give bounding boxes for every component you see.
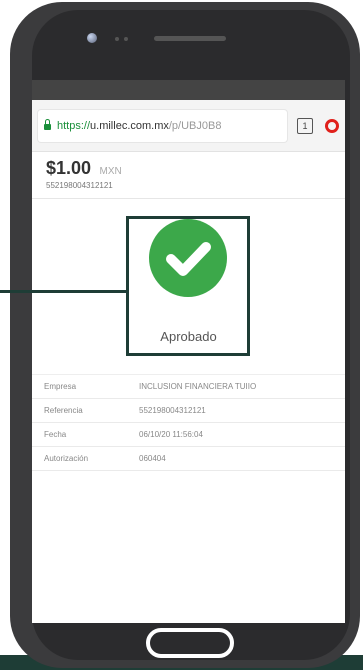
detail-value: 552198004312121 [139, 406, 206, 415]
detail-row: Autorización 060404 [32, 447, 345, 471]
sensor-dot [124, 37, 128, 41]
detail-value: 06/10/20 11:56:04 [139, 430, 203, 439]
detail-label: Fecha [44, 430, 67, 439]
payment-currency: MXN [99, 166, 122, 177]
callout-pointer-line [0, 290, 126, 293]
transaction-details: Empresa INCLUSION FINANCIERA TUIIO Refer… [32, 374, 345, 471]
detail-label: Empresa [44, 382, 77, 391]
opera-menu-icon[interactable] [325, 118, 339, 133]
detail-label: Referencia [44, 406, 83, 415]
callout-highlight-box [126, 216, 250, 356]
earpiece-speaker [154, 36, 226, 41]
url-path: /p/UBJ0B8 [168, 119, 222, 132]
front-camera [87, 33, 97, 43]
detail-row: Fecha 06/10/20 11:56:04 [32, 423, 345, 447]
detail-value: 060404 [139, 454, 166, 463]
detail-row: Empresa INCLUSION FINANCIERA TUIIO [32, 375, 345, 399]
tab-switcher-button[interactable]: 1 [297, 117, 313, 134]
payment-amount: $1.00 [46, 158, 92, 178]
sensor-dot [115, 37, 119, 41]
url-scheme: https:// [57, 119, 91, 132]
home-button[interactable] [146, 628, 234, 658]
detail-row: Referencia 552198004312121 [32, 399, 345, 423]
browser-toolbar: https:// u.millec.com.mx /p/UBJ0B8 1 [32, 100, 345, 152]
detail-label: Autorización [44, 454, 89, 463]
status-bar [32, 80, 345, 100]
lock-icon [44, 119, 51, 130]
detail-value: INCLUSION FINANCIERA TUIIO [139, 382, 257, 391]
address-bar[interactable]: https:// u.millec.com.mx /p/UBJ0B8 [38, 109, 287, 142]
payment-summary: $1.00 MXN 552198004312121 [32, 152, 345, 199]
url-domain: u.millec.com.mx [90, 119, 169, 132]
payment-reference: 552198004312121 [46, 181, 113, 190]
